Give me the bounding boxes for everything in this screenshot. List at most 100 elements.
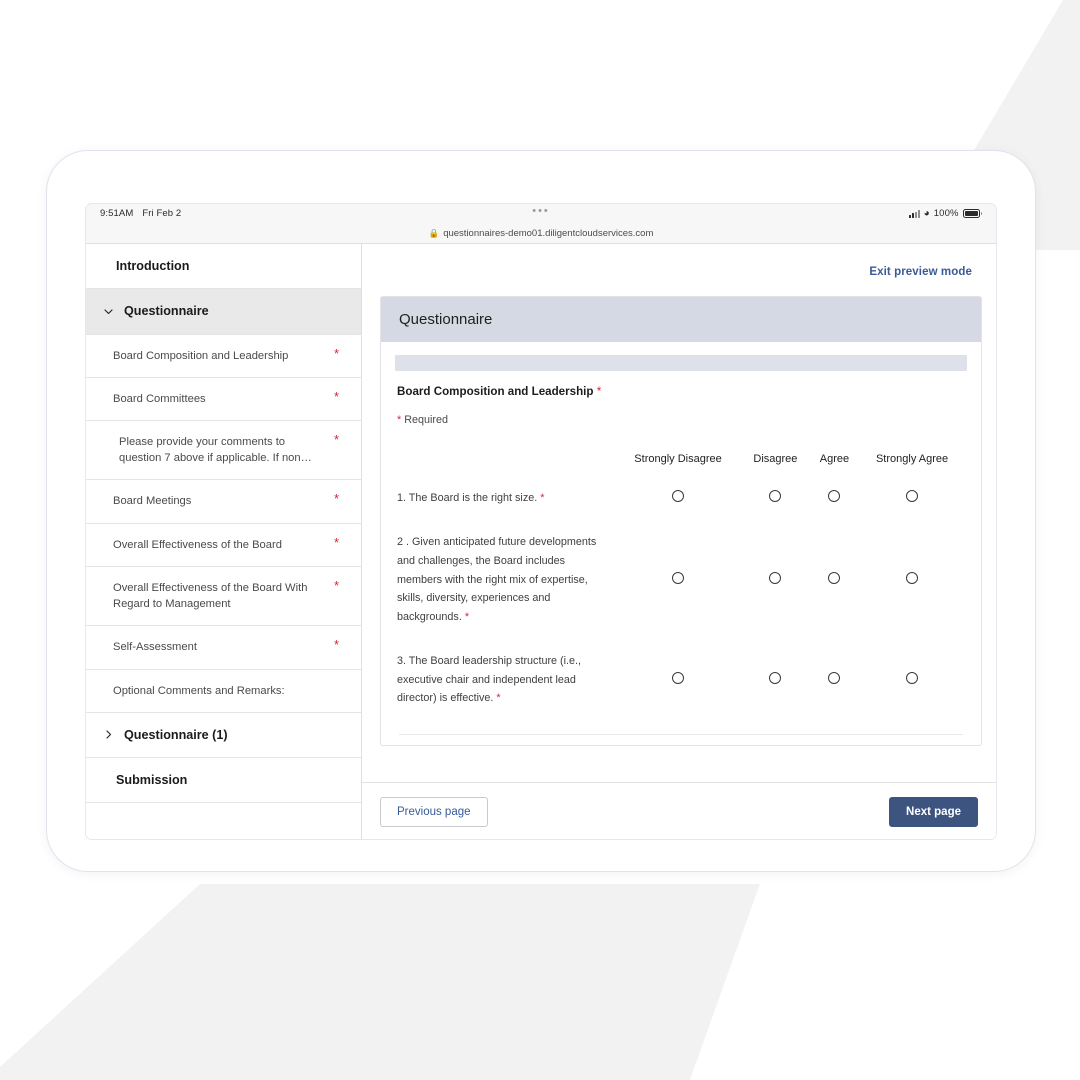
sidebar-item-submission[interactable]: Submission xyxy=(86,758,361,804)
radio-q2-agree[interactable] xyxy=(828,571,841,584)
browser-url-bar[interactable]: 🔒 questionnaires-demo01.diligentcloudser… xyxy=(86,223,996,244)
radio-q1-strongly-agree[interactable] xyxy=(906,490,919,503)
required-asterisk-icon: * xyxy=(333,534,339,550)
radio-q3-strongly-disagree[interactable] xyxy=(672,672,685,685)
radio-q1-disagree[interactable] xyxy=(769,490,782,503)
required-asterisk-icon: * xyxy=(397,414,402,426)
questionnaire-body: Board Composition and Leadership * * Req… xyxy=(381,371,981,745)
table-row: 1. The Board is the right size. * xyxy=(397,489,965,534)
questionnaire-card: Questionnaire Board Composition and Lead… xyxy=(380,296,982,746)
question-text-2: 2 . Given anticipated future development… xyxy=(397,533,615,652)
required-asterisk-icon: * xyxy=(596,385,602,398)
radio-q2-strongly-disagree[interactable] xyxy=(672,571,685,584)
ios-status-bar: 9:51AM Fri Feb 2 ••• ◕ 100% xyxy=(86,204,996,223)
battery-icon xyxy=(962,209,982,218)
radio-q3-agree[interactable] xyxy=(828,672,841,685)
exit-preview-mode-link[interactable]: Exit preview mode xyxy=(869,266,972,278)
sidebar-item-optional-comments[interactable]: Optional Comments and Remarks: xyxy=(86,670,361,713)
radio-cell[interactable] xyxy=(615,489,741,534)
sidebar-navigation: Introduction Questionnaire Board Composi… xyxy=(86,244,362,839)
radio-cell[interactable] xyxy=(741,652,810,734)
likert-matrix-table: Strongly Disagree Disagree Agree Strongl… xyxy=(397,452,965,734)
tablet-screen: 9:51AM Fri Feb 2 ••• ◕ 100% 🔒 questionna… xyxy=(85,203,997,840)
url-text: questionnaires-demo01.diligentcloudservi… xyxy=(443,227,654,239)
radio-q1-agree[interactable] xyxy=(828,490,841,503)
radio-q2-strongly-agree[interactable] xyxy=(906,571,919,584)
radio-cell[interactable] xyxy=(859,489,965,534)
sidebar-item-board-meetings[interactable]: Board Meetings * xyxy=(86,480,361,524)
radio-cell[interactable] xyxy=(615,533,741,652)
sidebar-item-self-assessment[interactable]: Self-Assessment * xyxy=(86,626,361,670)
sidebar-item-label: Board Composition and Leadership xyxy=(113,349,289,362)
sidebar-item-overall-effectiveness-management[interactable]: Overall Effectiveness of the Board With … xyxy=(86,567,361,627)
main-content: Exit preview mode Questionnaire Board Co… xyxy=(362,244,996,839)
column-header-disagree: Disagree xyxy=(753,453,798,465)
column-header-strongly-agree: Strongly Agree xyxy=(875,453,949,465)
lock-icon: 🔒 xyxy=(428,227,440,238)
sidebar-item-label: Introduction xyxy=(116,259,190,273)
radio-cell[interactable] xyxy=(741,533,810,652)
sidebar-item-label: Questionnaire (1) xyxy=(124,727,228,742)
radio-cell[interactable] xyxy=(810,652,859,734)
column-header-agree: Agree xyxy=(819,453,850,465)
radio-cell[interactable] xyxy=(615,652,741,734)
battery-percent-label: 100% xyxy=(933,208,959,219)
chevron-right-icon[interactable] xyxy=(102,728,118,741)
radio-cell[interactable] xyxy=(859,533,965,652)
required-asterisk-icon: * xyxy=(333,577,339,593)
radio-q3-disagree[interactable] xyxy=(769,672,782,685)
wifi-icon: ◕ xyxy=(923,207,930,219)
section-title-text: Board Composition and Leadership xyxy=(397,385,594,398)
required-asterisk-icon: * xyxy=(333,388,339,404)
exit-preview-row: Exit preview mode xyxy=(362,244,996,296)
sidebar-item-board-composition-and-leadership[interactable]: Board Composition and Leadership * xyxy=(86,335,361,378)
question-text-1: 1. The Board is the right size. * xyxy=(397,489,615,534)
matrix-question-column-header xyxy=(397,452,615,489)
tab-overview-dots-icon[interactable]: ••• xyxy=(532,206,550,217)
section-divider xyxy=(399,733,963,735)
status-bar-time: 9:51AM xyxy=(100,208,134,219)
app-container: Introduction Questionnaire Board Composi… xyxy=(86,244,996,839)
question-label: 2 . Given anticipated future development… xyxy=(397,536,597,623)
radio-cell[interactable] xyxy=(810,533,859,652)
required-asterisk-icon: * xyxy=(333,431,339,447)
section-title: Board Composition and Leadership * xyxy=(397,385,965,398)
status-bar-right: ◕ 100% xyxy=(908,207,982,219)
question-label: 1. The Board is the right size. xyxy=(397,491,538,504)
sidebar-item-label: Submission xyxy=(116,773,188,788)
sidebar-item-overall-effectiveness-board[interactable]: Overall Effectiveness of the Board * xyxy=(86,524,361,567)
sidebar-group-questionnaire-1[interactable]: Questionnaire (1) xyxy=(86,713,361,759)
radio-cell[interactable] xyxy=(810,489,859,534)
table-row: 3. The Board leadership structure (i.e.,… xyxy=(397,652,965,734)
sidebar-item-introduction[interactable]: Introduction xyxy=(86,244,361,290)
page-navigation-footer: Previous page Next page xyxy=(362,782,996,839)
radio-q3-strongly-agree[interactable] xyxy=(906,672,919,685)
sidebar-item-label: Board Meetings xyxy=(113,495,192,508)
sidebar-item-comments-question7[interactable]: Please provide your comments to question… xyxy=(86,421,361,481)
sidebar-item-label: Optional Comments and Remarks: xyxy=(113,684,285,697)
next-page-button[interactable]: Next page xyxy=(889,797,978,827)
required-asterisk-icon: * xyxy=(496,692,501,705)
sidebar-item-label: Please provide your comments to question… xyxy=(119,435,312,465)
required-asterisk-icon: * xyxy=(333,637,339,653)
radio-cell[interactable] xyxy=(741,489,810,534)
sidebar-group-questionnaire[interactable]: Questionnaire xyxy=(86,289,361,335)
required-asterisk-icon: * xyxy=(540,491,545,504)
required-asterisk-icon: * xyxy=(333,345,339,361)
previous-page-button[interactable]: Previous page xyxy=(380,797,488,827)
radio-q1-strongly-disagree[interactable] xyxy=(672,490,685,503)
sidebar-item-board-committees[interactable]: Board Committees * xyxy=(86,378,361,421)
progress-bar-wrapper xyxy=(381,342,981,371)
chevron-down-icon[interactable] xyxy=(102,305,118,318)
radio-q2-disagree[interactable] xyxy=(769,571,782,584)
table-row: 2 . Given anticipated future development… xyxy=(397,533,965,652)
sidebar-item-label: Board Committees xyxy=(113,392,206,405)
matrix-header: Strongly Disagree Disagree Agree Strongl… xyxy=(397,452,965,489)
radio-cell[interactable] xyxy=(859,652,965,734)
questionnaire-card-title: Questionnaire xyxy=(381,297,981,342)
required-note: * Required xyxy=(397,414,965,426)
matrix-body: 1. The Board is the right size. * 2 . Gi… xyxy=(397,489,965,734)
required-note-text: Required xyxy=(404,414,449,426)
matrix-header-row: Strongly Disagree Disagree Agree Strongl… xyxy=(397,452,965,489)
question-label: 3. The Board leadership structure (i.e.,… xyxy=(397,655,582,705)
